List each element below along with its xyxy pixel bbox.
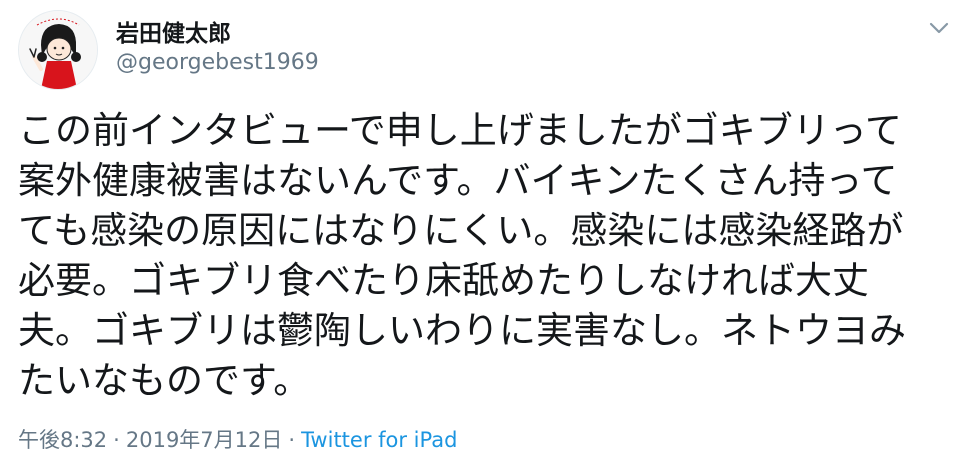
chevron-down-icon [929,22,949,34]
tweet-source-link[interactable]: Twitter for iPad [301,428,457,452]
tweet-menu-button[interactable] [925,14,953,42]
tweet-time[interactable]: 午後8:32 [18,428,107,452]
display-name[interactable]: 岩田健太郎 [116,14,231,48]
tweet-meta: 午後8:32 · 2019年7月12日 · Twitter for iPad [18,424,457,454]
tweet-text: この前インタビューで申し上げましたがゴキブリって 案外健康被害はないんです。バイ… [18,109,906,402]
meta-separator: · [113,428,120,452]
avatar[interactable] [18,10,98,90]
user-handle[interactable]: @georgebest1969 [116,50,319,75]
tweet-date[interactable]: 2019年7月12日 [126,428,283,452]
cartoon-girl-avatar-icon [19,11,97,89]
meta-separator: · [288,428,296,452]
tweet-card: 岩田健太郎 @georgebest1969 この前インタビューで申し上げましたが… [0,0,971,471]
